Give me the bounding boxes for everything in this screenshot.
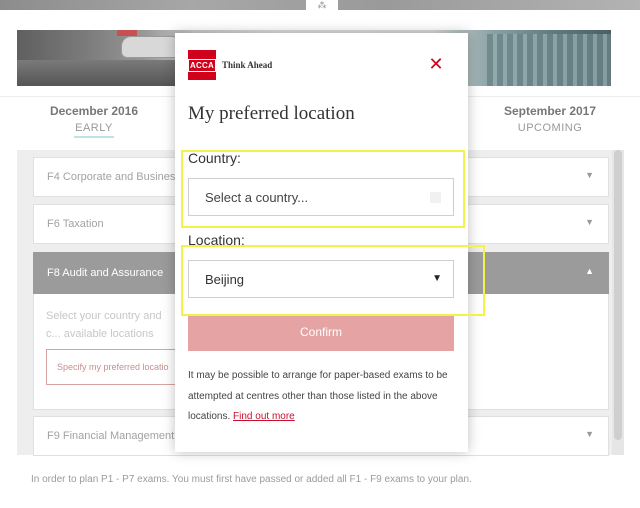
tagline: Think Ahead bbox=[222, 60, 273, 70]
close-icon[interactable]: ✕ bbox=[427, 55, 445, 73]
highlight-box-country bbox=[181, 150, 465, 228]
find-out-more-link[interactable]: Find out more bbox=[233, 411, 295, 422]
highlight-box-location bbox=[181, 245, 485, 316]
info-text: It may be possible to arrange for paper-… bbox=[188, 370, 448, 422]
modal-title: My preferred location bbox=[188, 103, 355, 124]
acca-logo: ACCA bbox=[188, 50, 216, 80]
panel-text: Select your country and c... available l… bbox=[46, 310, 162, 340]
session-tab-september-2017[interactable]: September 2017 UPCOMING bbox=[500, 104, 600, 134]
spinner-icon: ⁂ bbox=[306, 0, 338, 10]
chevron-down-icon: ▼ bbox=[585, 170, 594, 180]
chevron-up-icon: ▲ bbox=[585, 266, 594, 276]
footer-note: In order to plan P1 - P7 exams. You must… bbox=[31, 474, 472, 485]
confirm-button[interactable]: Confirm bbox=[188, 314, 454, 351]
preferred-location-modal: ACCA Think Ahead ✕ My preferred location… bbox=[175, 33, 468, 452]
session-tab-december-2016[interactable]: December 2016 EARLY bbox=[44, 104, 144, 138]
chevron-down-icon: ▼ bbox=[585, 429, 594, 439]
specify-location-button[interactable]: Specify my preferred locatio bbox=[46, 349, 186, 385]
chevron-down-icon: ▼ bbox=[585, 217, 594, 227]
scrollbar[interactable] bbox=[612, 150, 624, 455]
